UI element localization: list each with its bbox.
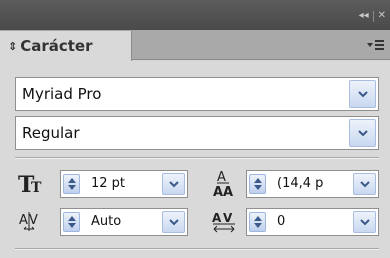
font-family-dropdown-button[interactable]	[349, 80, 376, 108]
menu-lines-icon	[375, 40, 384, 50]
svg-text:T: T	[31, 180, 42, 196]
font-style-dropdown[interactable]: Regular	[15, 116, 379, 150]
chevron-down-icon	[168, 181, 179, 188]
svg-text:A: A	[19, 213, 28, 228]
font-style-dropdown-button[interactable]	[349, 119, 376, 147]
tracking-dropdown-button[interactable]	[353, 211, 376, 233]
leading-icon: A A A	[210, 167, 238, 199]
svg-text:A: A	[213, 185, 223, 199]
chevron-down-icon	[357, 130, 368, 137]
window-controls: ◂◂ ✕	[359, 9, 386, 23]
chevron-down-icon	[359, 219, 370, 226]
leading-dropdown-button[interactable]	[353, 173, 376, 195]
panel-title-bar: ◂◂ ✕	[0, 0, 390, 30]
section-divider	[15, 157, 379, 159]
section-divider	[15, 248, 379, 250]
kerning-value: Auto	[91, 214, 122, 229]
leading-stepper[interactable]	[249, 174, 266, 194]
svg-text:V: V	[29, 213, 38, 228]
kerning-field[interactable]: Auto	[60, 208, 188, 236]
font-size-icon: T T	[17, 170, 45, 198]
chevron-down-icon	[357, 91, 368, 98]
font-style-value: Regular	[22, 124, 80, 142]
tracking-field[interactable]: 0	[246, 208, 379, 236]
svg-text:A: A	[212, 211, 222, 225]
kerning-icon: A V	[17, 207, 45, 235]
font-size-value: 12 pt	[91, 176, 126, 191]
leading-value: (14,4 p	[277, 176, 324, 191]
controls-divider	[372, 10, 374, 22]
kerning-dropdown-button[interactable]	[162, 211, 185, 233]
character-panel: Myriad Pro Regular T T 12 pt A A A (14,4…	[0, 61, 390, 258]
chevron-down-icon	[168, 219, 179, 226]
leading-field[interactable]: (14,4 p	[246, 170, 379, 198]
svg-text:A: A	[223, 185, 233, 199]
font-family-value: Myriad Pro	[22, 85, 102, 103]
font-size-stepper[interactable]	[63, 174, 80, 194]
panel-tab-strip: ⇕ Carácter	[0, 30, 390, 61]
font-family-dropdown[interactable]: Myriad Pro	[15, 77, 379, 111]
tab-character-label: Carácter	[20, 37, 93, 55]
tab-character[interactable]: ⇕ Carácter	[0, 31, 132, 61]
double-chevron-right-icon[interactable]: ◂◂	[359, 9, 369, 23]
tracking-icon: A V	[210, 207, 238, 235]
svg-text:V: V	[223, 211, 233, 225]
font-size-dropdown-button[interactable]	[162, 173, 185, 195]
close-icon[interactable]: ✕	[378, 9, 386, 23]
tracking-value: 0	[277, 214, 286, 229]
up-down-arrows-icon: ⇕	[8, 39, 18, 53]
menu-arrow-icon	[367, 43, 373, 47]
kerning-stepper[interactable]	[63, 212, 80, 232]
font-size-field[interactable]: 12 pt	[60, 170, 188, 198]
tracking-stepper[interactable]	[249, 212, 266, 232]
panel-menu-icon[interactable]	[364, 38, 384, 52]
chevron-down-icon	[359, 181, 370, 188]
